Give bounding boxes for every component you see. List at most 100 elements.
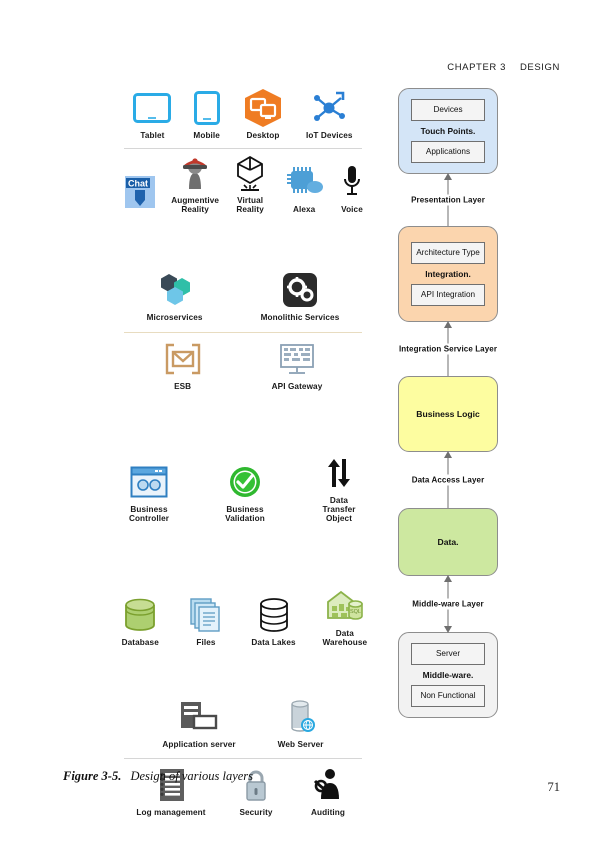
figure-caption-text: Design of various layers [130, 769, 254, 783]
icon-group-middleware: Application server Web Server Log manage… [118, 697, 368, 817]
desktop-icon [242, 88, 284, 128]
layer-inner-architecture-type: Architecture Type [411, 242, 485, 264]
icon-label: Log management [136, 808, 206, 818]
icon-row: Microservices Monolithic Services [118, 270, 368, 322]
figure-caption: Figure 3-5. Design of various layers [63, 769, 253, 784]
icon-label: Data Transfer Object [322, 495, 356, 524]
icon-group-presentation: Tablet Mobile Desktop IoT Devices Chat A… [118, 88, 368, 215]
connector-presentation-layer: Presentation Layer [398, 173, 498, 226]
icon-item-desktop: Desktop [242, 88, 284, 140]
icon-label: Files [196, 637, 216, 647]
layer-inner-api-integration: API Integration [411, 284, 485, 306]
icon-item-application-server: Application server [162, 697, 236, 749]
auditing-icon [312, 765, 344, 805]
icon-row: Chat Augmentive Reality Virtual Reality … [118, 153, 368, 214]
data-lakes-icon [258, 595, 290, 635]
icon-item-api-gateway: API Gateway [272, 339, 323, 391]
monolithic-services-icon [282, 270, 318, 310]
icon-item-voice: Voice [341, 162, 363, 214]
arrow-down-icon [444, 626, 452, 633]
connector-data-access-layer: Data Access Layer [398, 451, 498, 508]
icon-item-files: Files [187, 595, 226, 647]
arrow-up-icon [444, 575, 452, 582]
files-icon [189, 595, 223, 635]
icon-item-chat: Chat [123, 172, 157, 215]
icon-label: ESB [174, 381, 192, 391]
voice-icon [342, 162, 362, 202]
layer-box-integration: Architecture Type Integration. API Integ… [398, 226, 498, 322]
iot-devices-icon [309, 88, 349, 128]
icon-label: Mobile [193, 131, 220, 140]
layer-box-middleware: Server Middle-ware. Non Functional [398, 632, 498, 718]
icon-label: Data Warehouse [322, 628, 368, 647]
running-head: CHAPTER 3 DESIGN [447, 62, 560, 73]
icon-label: API Gateway [271, 381, 323, 391]
connector-label: Integration Service Layer [395, 343, 501, 355]
icon-item-iot-devices: IoT Devices [306, 88, 353, 140]
layer-label: Data. [437, 537, 459, 547]
icon-label: Business Validation [225, 505, 265, 524]
section-divider [124, 148, 362, 150]
page-number: 71 [547, 780, 561, 794]
icon-item-monolithic-services: Monolithic Services [261, 270, 340, 322]
icon-item-data-lakes: Data Lakes [249, 595, 297, 647]
connector-integration-service-layer: Integration Service Layer [395, 321, 501, 376]
data-warehouse-icon: SQL [325, 586, 365, 626]
icon-label: IoT Devices [305, 131, 353, 140]
figure-number: Figure 3-5. [63, 769, 122, 783]
augmented-reality-icon [177, 153, 213, 193]
data-transfer-object-icon [323, 453, 355, 493]
layer-box-presentation: Devices Touch Points. Applications [398, 88, 498, 174]
business-controller-icon [130, 462, 168, 502]
chat-icon: Chat [123, 172, 157, 212]
document-page: CHAPTER 3 DESIGN Tablet Mobile Desktop I… [0, 0, 600, 857]
layer-middle-label: Middle-ware. [422, 669, 474, 680]
connector-label: Data Access Layer [408, 474, 488, 486]
icon-item-auditing: Auditing [305, 765, 351, 817]
virtual-reality-icon [234, 153, 266, 193]
layer-middle-label: Integration. [425, 268, 471, 279]
icon-item-microservices: Microservices [147, 270, 203, 322]
icon-column: Tablet Mobile Desktop IoT Devices Chat A… [118, 88, 368, 817]
icon-label: Business Controller [128, 505, 170, 524]
icon-group-business-logic: Business Controller Business Validation [118, 453, 368, 524]
arrow-up-icon [444, 173, 452, 180]
esb-icon [164, 339, 202, 379]
icon-label: Monolithic Services [260, 312, 340, 322]
icon-item-augmented-reality: Augmentive Reality [171, 153, 219, 214]
tablet-icon [133, 88, 172, 128]
alexa-icon [283, 162, 325, 202]
icon-item-business-validation: Business Validation [219, 462, 271, 523]
section-divider [124, 331, 362, 333]
arrow-up-icon [444, 321, 452, 328]
connector-middleware-layer: Middle-ware Layer [398, 575, 498, 633]
icon-item-data-warehouse: SQL Data Warehouse [322, 586, 368, 647]
svg-text:SQL: SQL [350, 609, 361, 615]
icon-group-data: Database Files Data Lakes SQL Data Wareh… [118, 586, 368, 647]
icon-label: Voice [341, 205, 363, 215]
layer-box-data: Data. [398, 508, 498, 576]
icon-row: Tablet Mobile Desktop IoT Devices [118, 88, 368, 140]
icon-label: Virtual Reality [236, 196, 264, 215]
icon-item-virtual-reality: Virtual Reality [233, 153, 267, 214]
layer-box-business-logic: Business Logic [398, 376, 498, 452]
api-gateway-icon [278, 339, 316, 379]
icon-label: Desktop [246, 131, 280, 140]
microservices-icon [155, 270, 195, 310]
connector-label: Presentation Layer [408, 194, 488, 206]
running-head-title: DESIGN [519, 62, 560, 73]
icon-row: Application server Web Server [118, 697, 368, 749]
icon-group-integration: Microservices Monolithic Services ESB AP… [118, 270, 368, 391]
icon-item-alexa: Alexa [283, 162, 325, 214]
business-validation-icon [228, 462, 262, 502]
icon-row: Business Controller Business Validation [118, 453, 368, 524]
icon-item-database: Database [118, 595, 163, 647]
icon-label: Web Server [277, 739, 324, 749]
layer-middle-label: Touch Points. [420, 125, 476, 136]
layer-inner-non-functional: Non Functional [411, 685, 485, 707]
icon-item-mobile: Mobile [193, 88, 220, 140]
running-head-chapter: CHAPTER 3 [447, 62, 506, 73]
icon-label: Security [239, 808, 273, 818]
icon-item-tablet: Tablet [133, 88, 172, 140]
icon-label: Tablet [140, 131, 165, 140]
